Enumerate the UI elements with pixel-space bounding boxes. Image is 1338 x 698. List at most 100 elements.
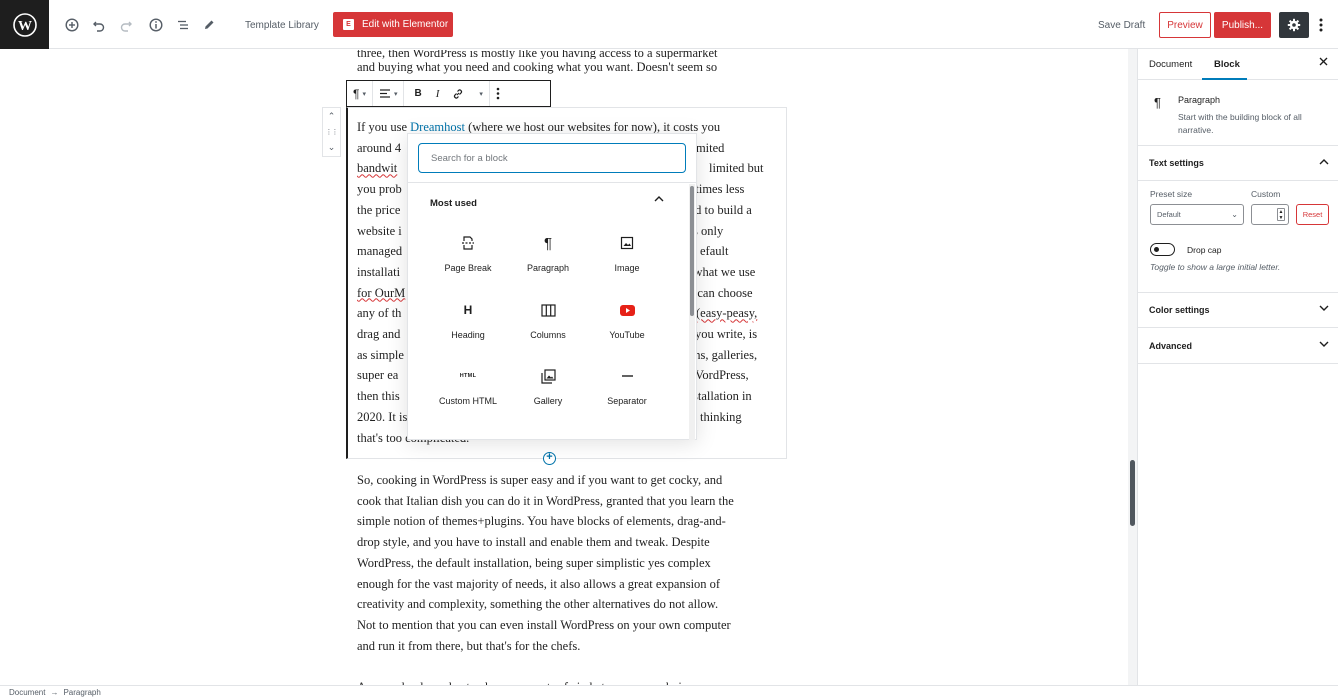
color-settings-panel-toggle[interactable]: Color settings [1138,293,1338,328]
paragraph-top[interactable]: and buying what you need and cooking wha… [357,57,777,78]
publish-button[interactable]: Publish... [1214,12,1271,38]
edit-pencil-icon[interactable] [198,14,220,36]
block-toolbar: ¶ ▾ ▾ B I ▾ [346,80,551,107]
block-custom-html[interactable]: HTML Custom HTML [428,364,508,422]
bold-icon[interactable]: B [410,88,425,99]
tab-block[interactable]: Block [1214,59,1240,70]
gallery-icon [540,364,556,388]
block-page-break[interactable]: Page Break [428,231,508,289]
inserter-scrollbar-thumb[interactable] [690,186,694,316]
paragraph-after[interactable]: So, cooking in WordPress is super easy a… [357,470,777,656]
drag-handle-icon[interactable]: ⋮⋮ [326,128,339,136]
more-formatting-icon[interactable]: ▾ [473,90,483,98]
chevron-up-icon[interactable] [654,194,664,205]
italic-icon[interactable]: I [432,88,444,100]
custom-size-label: Custom [1251,189,1281,199]
panel-title: Advanced [1149,341,1193,351]
block-paragraph[interactable]: ¶ Paragraph [508,231,588,289]
move-down-icon[interactable]: ⌄ [328,142,336,153]
html-icon: HTML [459,373,477,379]
drop-cap-toggle[interactable] [1150,243,1175,256]
text-line: enough for the vast majority of needs, i… [357,576,721,591]
chevron-down-icon: ⌄ [1231,210,1238,219]
text-line: and run it from there, but that's for th… [357,638,581,653]
advanced-panel-toggle[interactable]: Advanced [1138,329,1338,364]
block-search-input[interactable]: Search for a block [418,143,686,173]
youtube-icon [619,298,635,322]
text-line: and buying what you need and cooking wha… [357,60,718,74]
image-icon [620,231,634,255]
block-youtube[interactable]: YouTube [587,298,667,356]
block-label: Paragraph [526,263,570,273]
edit-with-elementor-label: Edit with Elementor [362,19,449,30]
preset-size-value: Default [1157,210,1181,219]
paragraph-bottom-cut[interactable]: As you clearly understand, you are not s… [357,677,777,685]
editor-header: W Template Library E Edit with Elementor… [0,0,1338,49]
paragraph-icon: ¶ [1154,95,1161,110]
dreamhost-link[interactable]: Dreamhost [410,120,465,134]
paragraph-transform-icon[interactable]: ¶ ▾ [353,87,366,101]
settings-sidebar: Document Block ¶ Paragraph Start with th… [1137,49,1338,685]
text-line: cook that Italian dish you can do it in … [357,493,734,508]
close-icon[interactable] [1319,57,1328,69]
undo-icon[interactable] [88,14,110,36]
divider [408,182,696,183]
redo-icon[interactable] [115,14,137,36]
breadcrumb-paragraph[interactable]: Paragraph [63,688,100,697]
wordpress-logo-icon[interactable]: W [0,0,49,49]
editor-canvas[interactable]: three, then WordPress is mostly like you… [0,49,1128,685]
canvas-scrollbar[interactable] [1128,49,1137,685]
block-navigation-icon[interactable] [172,14,194,36]
panel-title: Color settings [1149,305,1210,315]
elementor-icon: E [343,19,354,30]
block-image[interactable]: Image [587,231,667,289]
block-gallery[interactable]: Gallery [508,364,588,422]
page-break-icon [460,231,476,255]
drop-cap-label: Drop cap [1187,245,1222,255]
block-mover[interactable]: ⌃ ⋮⋮ ⌄ [322,107,341,157]
svg-text:W: W [18,19,32,34]
block-separator[interactable]: Separator [587,364,667,422]
block-columns[interactable]: Columns [508,298,588,356]
columns-icon [540,298,556,322]
block-label: Columns [530,330,566,340]
text-line: WordPress, the default installation, bei… [357,555,711,570]
preset-size-label: Preset size [1150,189,1193,199]
edit-with-elementor-button[interactable]: E Edit with Elementor [333,12,453,37]
template-library-button[interactable]: Template Library [245,20,319,31]
block-breadcrumb: Document → Paragraph [0,685,1338,698]
breadcrumb-document[interactable]: Document [9,688,45,697]
separator-icon [621,364,634,388]
more-options-icon[interactable] [1314,13,1328,37]
canvas-scrollbar-thumb[interactable] [1130,460,1135,526]
info-icon[interactable] [145,14,167,36]
block-options-icon[interactable] [496,87,500,100]
preview-button[interactable]: Preview [1159,12,1211,38]
reset-button[interactable]: Reset [1296,204,1329,225]
block-label: Image [614,263,640,273]
add-block-appender-icon[interactable]: + [543,452,556,465]
toggle-knob [1154,246,1159,252]
drop-cap-help: Toggle to show a large initial letter. [1150,262,1281,272]
block-label: Heading [451,330,485,340]
breadcrumb-separator: → [50,687,59,697]
align-left-icon[interactable]: ▾ [379,88,397,99]
add-block-icon[interactable] [61,14,83,36]
custom-size-input[interactable]: ▲ ▼ [1251,204,1289,225]
most-used-heading[interactable]: Most used [430,198,477,209]
link-icon[interactable] [449,88,467,100]
tab-document[interactable]: Document [1149,59,1192,70]
block-card: ¶ Paragraph Start with the building bloc… [1138,80,1338,146]
settings-gear-icon[interactable] [1279,12,1309,38]
save-draft-button[interactable]: Save Draft [1098,20,1145,31]
block-label: Separator [607,396,647,406]
paragraph-icon: ¶ [543,234,553,252]
stepper-icon[interactable]: ▲ ▼ [1277,208,1285,221]
heading-icon: H [463,303,473,317]
chevron-down-icon [1319,340,1329,351]
move-up-icon[interactable]: ⌃ [328,111,336,122]
block-label: Gallery [533,396,563,406]
text-line: simple notion of themes+plugins. You hav… [357,514,726,529]
preset-size-select[interactable]: Default ⌄ [1150,204,1244,225]
block-heading[interactable]: H Heading [428,298,508,356]
